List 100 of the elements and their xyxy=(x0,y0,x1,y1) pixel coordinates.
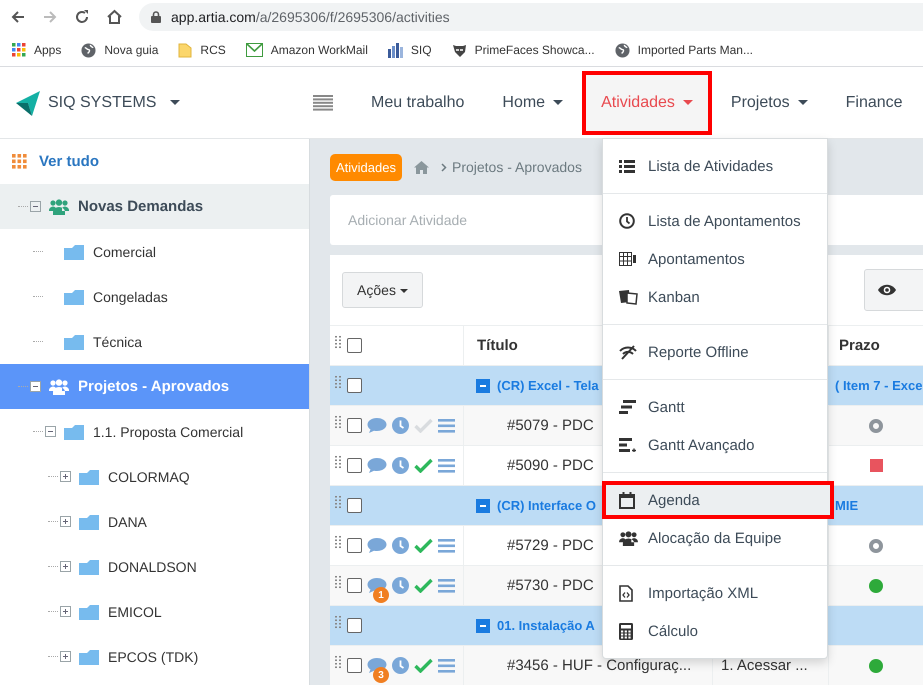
row-checkbox[interactable] xyxy=(347,498,362,513)
folder-icon xyxy=(64,334,84,350)
toggle-icon[interactable] xyxy=(45,426,56,437)
select-all-checkbox[interactable] xyxy=(347,338,362,353)
view-button[interactable] xyxy=(864,269,923,311)
tree-item[interactable]: 1.1. Proposta Comercial xyxy=(0,409,309,454)
clock-icon[interactable] xyxy=(392,417,409,434)
clock-icon[interactable] xyxy=(392,577,409,594)
menu-item[interactable]: Gantt Avançado xyxy=(602,426,828,464)
task-title[interactable]: #5729 - PDC xyxy=(464,537,594,554)
home-icon[interactable] xyxy=(106,9,123,25)
check-icon[interactable] xyxy=(414,538,433,553)
tree-item[interactable]: DANA xyxy=(0,499,309,544)
tree-item[interactable]: COLORMAQ xyxy=(0,454,309,499)
grid-icon xyxy=(12,154,27,169)
brand-menu[interactable]: SIQ SYSTEMS xyxy=(0,88,313,116)
toggle-icon[interactable] xyxy=(30,201,41,212)
menu-item[interactable]: Apontamentos xyxy=(602,240,828,278)
task-title[interactable]: #5079 - PDC xyxy=(464,417,594,434)
menu-item[interactable]: Lista de Atividades xyxy=(602,147,828,185)
row-checkbox[interactable] xyxy=(347,578,362,593)
nav-item[interactable]: Meu trabalho xyxy=(352,70,484,134)
bookmark[interactable]: Apps xyxy=(12,43,62,57)
toggle-icon[interactable] xyxy=(60,516,71,527)
collapse-icon[interactable] xyxy=(476,498,490,512)
collapse-icon[interactable] xyxy=(476,618,490,632)
row-checkbox[interactable] xyxy=(347,458,362,473)
chevron-icon xyxy=(440,162,447,172)
actions-dropdown[interactable]: Ações xyxy=(342,272,423,308)
envelope-icon xyxy=(246,43,263,57)
people-icon xyxy=(619,530,638,546)
row-checkbox[interactable] xyxy=(347,378,362,393)
tree-item[interactable]: Novas Demandas xyxy=(0,184,309,229)
menu-item[interactable]: Reporte Offline xyxy=(602,333,828,371)
table-cell: 1. Acessar ... xyxy=(721,657,808,674)
tree-item[interactable]: EMICOL xyxy=(0,589,309,634)
reload-icon[interactable] xyxy=(74,9,90,25)
view-all-link[interactable]: Ver tudo xyxy=(0,139,309,184)
menu-item[interactable]: Cálculo xyxy=(602,612,828,650)
folder-icon xyxy=(64,424,84,440)
folder-icon xyxy=(79,604,99,620)
bookmark[interactable]: RCS xyxy=(178,42,226,58)
menu-item[interactable]: Kanban xyxy=(602,278,828,316)
tree-item[interactable]: Comercial xyxy=(0,229,309,274)
tree-item[interactable]: Técnica xyxy=(0,319,309,364)
breadcrumb-item[interactable]: Projetos - Aprovados xyxy=(452,159,582,175)
column-header[interactable]: Prazo xyxy=(829,337,880,354)
check-icon[interactable] xyxy=(414,458,433,473)
task-title[interactable]: #3456 - HUF - Configuraç... xyxy=(464,657,692,674)
list-icon[interactable] xyxy=(438,458,455,472)
row-checkbox[interactable] xyxy=(347,418,362,433)
column-header[interactable]: Título xyxy=(464,337,518,354)
toggle-icon[interactable] xyxy=(60,651,71,662)
menu-item[interactable]: Alocação da Equipe xyxy=(602,519,828,557)
list-icon[interactable] xyxy=(438,538,455,552)
comment-icon[interactable] xyxy=(367,417,387,434)
tree-item[interactable]: EPCOS (TDK) xyxy=(0,634,309,679)
check-icon[interactable] xyxy=(414,578,433,593)
menu-item[interactable]: Gantt xyxy=(602,388,828,426)
nav-item[interactable]: Finance xyxy=(826,70,922,134)
comment-icon[interactable] xyxy=(367,537,387,554)
tree-item[interactable]: DONALDSON xyxy=(0,544,309,589)
group-title: MIE xyxy=(834,498,858,513)
calendar-icon xyxy=(619,492,635,508)
toggle-icon[interactable] xyxy=(60,606,71,617)
nav-item[interactable]: Projetos xyxy=(712,70,827,134)
task-title[interactable]: #5730 - PDC xyxy=(464,577,594,594)
menu-icon[interactable] xyxy=(313,94,333,110)
toggle-icon[interactable] xyxy=(30,381,41,392)
toggle-icon[interactable] xyxy=(60,471,71,482)
row-checkbox[interactable] xyxy=(347,538,362,553)
bookmark[interactable]: Imported Parts Man... xyxy=(614,42,753,58)
row-checkbox[interactable] xyxy=(347,618,362,633)
check-icon[interactable] xyxy=(414,658,433,673)
people-icon xyxy=(49,198,69,214)
task-title[interactable]: #5090 - PDC xyxy=(464,457,594,474)
clock-icon[interactable] xyxy=(392,657,409,674)
row-checkbox[interactable] xyxy=(347,658,362,673)
bookmark[interactable]: SIQ xyxy=(388,42,432,58)
bookmark[interactable]: Amazon WorkMail xyxy=(246,43,368,57)
clock-icon[interactable] xyxy=(392,537,409,554)
list-icon[interactable] xyxy=(438,418,455,432)
back-icon[interactable] xyxy=(10,9,26,25)
tree-item[interactable]: Congeladas xyxy=(0,274,309,319)
logo-icon xyxy=(14,88,42,116)
menu-item[interactable]: Importação XML xyxy=(602,574,828,612)
address-field[interactable]: app.artia.com/a/2695306/f/2695306/activities xyxy=(139,3,923,31)
collapse-icon[interactable] xyxy=(476,378,490,392)
list-icon xyxy=(619,160,635,172)
nav-item[interactable]: Home xyxy=(483,70,582,134)
toggle-icon[interactable] xyxy=(60,561,71,572)
menu-item[interactable]: Agenda xyxy=(602,481,834,519)
bookmark[interactable]: PrimeFaces Showca... xyxy=(452,42,595,58)
list-icon[interactable] xyxy=(438,658,455,672)
comment-icon[interactable] xyxy=(367,457,387,474)
bookmark[interactable]: Nova guia xyxy=(81,42,158,58)
folder-icon xyxy=(79,468,99,484)
list-icon[interactable] xyxy=(438,578,455,592)
globe-icon xyxy=(614,42,630,58)
clock-icon[interactable] xyxy=(392,457,409,474)
